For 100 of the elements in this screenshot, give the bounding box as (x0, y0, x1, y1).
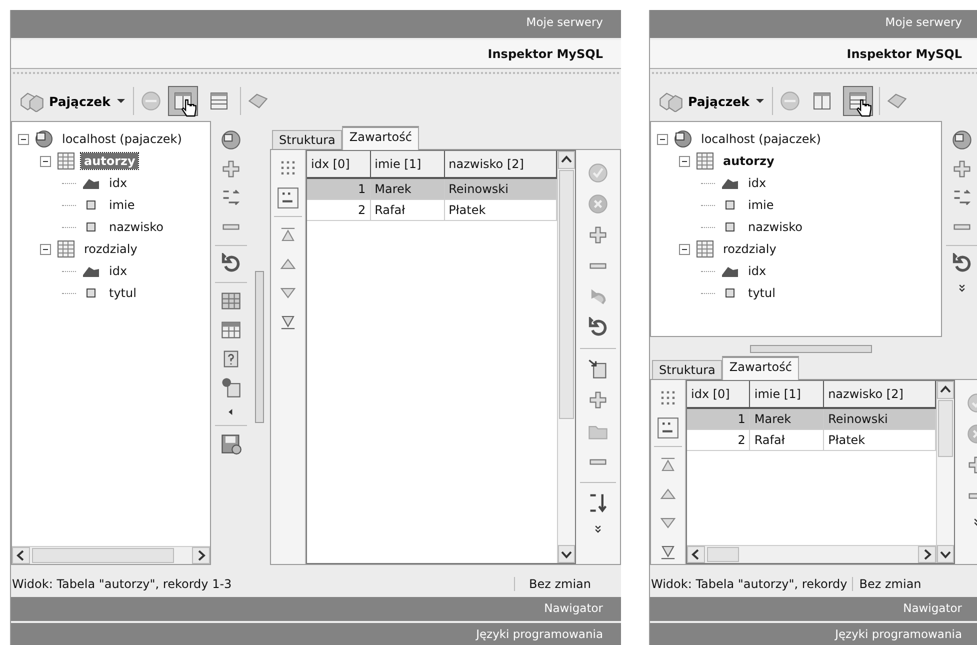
tree-item[interactable]: idx (106, 175, 130, 191)
split-rows-icon (209, 91, 230, 111)
collapse-toggle[interactable] (18, 134, 29, 144)
scroll-right-icon[interactable] (192, 547, 210, 564)
tree-item[interactable]: tytul (745, 285, 778, 301)
splitter-handle[interactable] (255, 271, 264, 423)
table-row[interactable]: 1 Marek Reinowski (307, 178, 556, 200)
check-icon[interactable] (587, 162, 609, 184)
scroll-up-icon[interactable] (558, 151, 575, 169)
status-text: Bez zmian (852, 577, 952, 591)
tree-item[interactable]: rozdzialy (720, 241, 780, 257)
tree-item[interactable]: imie (745, 197, 777, 213)
scroll-thumb[interactable] (559, 170, 574, 420)
database-icon[interactable] (951, 129, 973, 151)
column-header[interactable]: idx [0] (687, 381, 750, 408)
scroll-down-icon[interactable] (558, 545, 575, 563)
table-cell: 1 (687, 408, 750, 430)
horizontal-scrollbar[interactable] (687, 545, 936, 563)
table-icon (56, 151, 76, 171)
status-text: Widok: Tabela "autorzy", rekordy 1-3 (11, 577, 233, 591)
cubes-icon (658, 90, 684, 112)
tree-item[interactable]: idx (745, 175, 770, 191)
panel-title: Inspektor MySQL (650, 40, 977, 69)
tab[interactable]: Struktura (652, 360, 722, 379)
section-header[interactable]: Języki programowania (11, 623, 621, 645)
table-cell: Rafał (370, 200, 444, 220)
info-help-icon[interactable] (220, 377, 242, 399)
panel-title: Inspektor MySQL (11, 40, 621, 69)
table-cell: Płatek (824, 430, 936, 450)
tree-item[interactable]: localhost (pajaczek) (698, 131, 824, 147)
plus-icon[interactable] (951, 158, 973, 180)
tree-item[interactable]: imie (106, 197, 138, 213)
scroll-up-icon[interactable] (937, 381, 954, 399)
plus-icon[interactable] (587, 224, 609, 246)
table-cell: Rafał (750, 430, 824, 450)
collapse-toggle[interactable] (657, 134, 668, 144)
table-cell: 2 (307, 200, 370, 220)
column-header[interactable]: imie [1] (370, 151, 444, 178)
vertical-scrollbar[interactable] (936, 381, 954, 563)
split-columns-button[interactable] (168, 86, 198, 116)
section-header[interactable]: Nawigator (650, 597, 977, 623)
collapse-toggle[interactable] (679, 244, 690, 254)
table-icon (695, 239, 715, 259)
hand-cursor-icon (856, 97, 872, 119)
table-cell: 1 (307, 178, 370, 200)
scroll-thumb[interactable] (32, 548, 174, 563)
section-header[interactable]: Moje serwery (11, 10, 621, 40)
plus-icon[interactable] (587, 389, 609, 411)
status-text: Bez zmian (514, 577, 621, 591)
collapse-toggle[interactable] (679, 156, 690, 166)
column-header[interactable]: nazwisko [2] (824, 381, 936, 408)
tree-item[interactable]: tytul (106, 285, 140, 301)
collapse-toggle[interactable] (40, 156, 51, 166)
column-header[interactable]: nazwisko [2] (444, 151, 556, 178)
table-cell: Reinowski (824, 408, 936, 430)
scroll-left-icon[interactable] (687, 546, 705, 563)
tree-item[interactable]: nazwisko (106, 219, 167, 235)
plus-icon[interactable] (220, 158, 242, 180)
tree-item[interactable]: idx (106, 263, 130, 279)
table-cell: Marek (750, 408, 824, 430)
vertical-scrollbar[interactable] (557, 151, 575, 563)
tree-item[interactable]: nazwisko (745, 219, 806, 235)
tree-item[interactable]: idx (745, 263, 770, 279)
refresh-icon[interactable] (587, 317, 609, 339)
import-icon[interactable] (587, 358, 609, 380)
refresh-icon[interactable] (220, 253, 242, 275)
column-header[interactable]: idx [0] (307, 151, 370, 178)
table-cell: Płatek (444, 200, 556, 220)
scroll-right-icon[interactable] (918, 546, 936, 563)
collapse-toggle[interactable] (40, 244, 51, 254)
column-header[interactable]: imie [1] (750, 381, 824, 408)
splitter-handle[interactable] (750, 345, 872, 353)
tab[interactable]: Struktura (272, 130, 342, 149)
refresh-icon[interactable] (951, 253, 973, 275)
scroll-thumb[interactable] (938, 400, 953, 457)
split-rows-button[interactable] (843, 86, 874, 116)
tab[interactable]: Zawartość (342, 126, 419, 150)
section-header[interactable]: Nawigator (11, 597, 621, 623)
connection-dropdown[interactable]: Pajączek (656, 88, 766, 114)
scroll-down-icon[interactable] (937, 545, 954, 563)
grid-icon[interactable] (220, 290, 242, 312)
connection-dropdown[interactable]: Pajączek (17, 88, 128, 114)
scroll-thumb[interactable] (707, 547, 739, 562)
tree-item[interactable]: autorzy (81, 153, 138, 169)
server-icon (673, 129, 693, 149)
tab[interactable]: Zawartość (722, 356, 799, 380)
table-row[interactable]: 2 Rafał Płatek (687, 430, 936, 450)
section-header[interactable]: Moje serwery (650, 10, 977, 40)
database-icon[interactable] (220, 129, 242, 151)
table-row[interactable]: 2 Rafał Płatek (307, 200, 556, 220)
horizontal-scrollbar[interactable] (12, 546, 210, 564)
tree-item[interactable]: rozdzialy (81, 241, 140, 257)
tree-item[interactable]: localhost (pajaczek) (59, 131, 185, 147)
scroll-left-icon[interactable] (12, 547, 30, 564)
table-row[interactable]: 1 Marek Reinowski (687, 408, 936, 430)
section-header[interactable]: Języki programowania (650, 623, 977, 645)
status-text: Widok: Tabela "autorzy", rekordy (650, 577, 848, 591)
table-icon[interactable] (220, 319, 242, 341)
save-icon[interactable] (220, 433, 242, 455)
tree-item[interactable]: autorzy (720, 153, 778, 169)
